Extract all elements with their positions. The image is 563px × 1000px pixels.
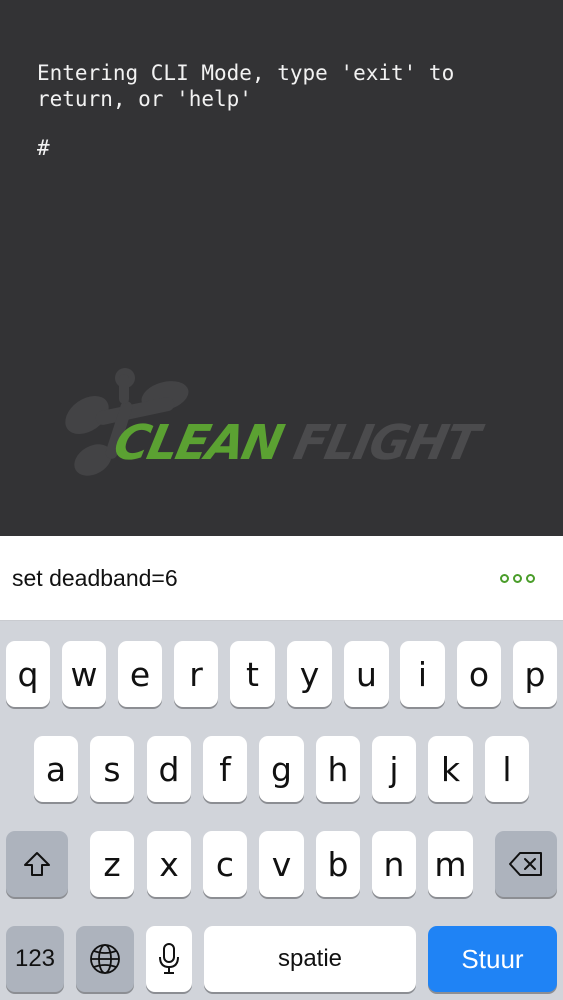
more-options-button[interactable] (493, 564, 541, 592)
key-r[interactable]: r (174, 641, 218, 707)
shift-key[interactable] (6, 831, 68, 897)
key-g[interactable]: g (259, 736, 304, 802)
more-dots-icon (512, 573, 522, 583)
key-v[interactable]: v (259, 831, 304, 897)
key-t[interactable]: t (230, 641, 275, 707)
backspace-icon (509, 852, 542, 876)
key-l[interactable]: l (485, 736, 529, 802)
globe-icon (90, 944, 120, 974)
key-q[interactable]: q (6, 641, 50, 707)
key-u[interactable]: u (344, 641, 389, 707)
shift-icon (24, 852, 50, 876)
key-i[interactable]: i (400, 641, 445, 707)
key-n[interactable]: n (372, 831, 416, 897)
key-k[interactable]: k (428, 736, 473, 802)
key-b[interactable]: b (316, 831, 360, 897)
backspace-key[interactable] (495, 831, 557, 897)
cli-output-text: Entering CLI Mode, type 'exit' to return… (37, 61, 455, 111)
cli-prompt: # (37, 136, 50, 160)
command-input[interactable] (12, 558, 452, 598)
microphone-icon (159, 943, 179, 974)
return-key[interactable]: Stuur (428, 926, 557, 992)
logo-text-clean: CLEAN (109, 415, 287, 471)
key-x[interactable]: x (147, 831, 191, 897)
key-j[interactable]: j (372, 736, 416, 802)
key-m[interactable]: m (428, 831, 473, 897)
cli-terminal: Entering CLI Mode, type 'exit' to return… (0, 0, 563, 536)
logo-text-flight: FLIGHT (289, 415, 483, 471)
key-w[interactable]: w (62, 641, 106, 707)
key-p[interactable]: p (513, 641, 557, 707)
globe-key[interactable] (76, 926, 134, 992)
key-z[interactable]: z (90, 831, 134, 897)
onscreen-keyboard: q w e r t y u i o p a s d f g h j k l z … (0, 621, 563, 1000)
space-key[interactable]: spatie (204, 926, 416, 992)
cleanflight-logo: CLEAN FLIGHT (55, 360, 515, 480)
command-input-bar (0, 536, 563, 621)
key-f[interactable]: f (203, 736, 247, 802)
key-c[interactable]: c (203, 831, 247, 897)
numbers-key[interactable]: 123 (6, 926, 64, 992)
key-d[interactable]: d (147, 736, 191, 802)
key-s[interactable]: s (90, 736, 134, 802)
key-e[interactable]: e (118, 641, 162, 707)
key-h[interactable]: h (316, 736, 360, 802)
key-y[interactable]: y (287, 641, 332, 707)
more-dots-icon (525, 573, 535, 583)
more-dots-icon (499, 573, 509, 583)
key-o[interactable]: o (457, 641, 501, 707)
microphone-key[interactable] (146, 926, 192, 992)
key-a[interactable]: a (34, 736, 78, 802)
